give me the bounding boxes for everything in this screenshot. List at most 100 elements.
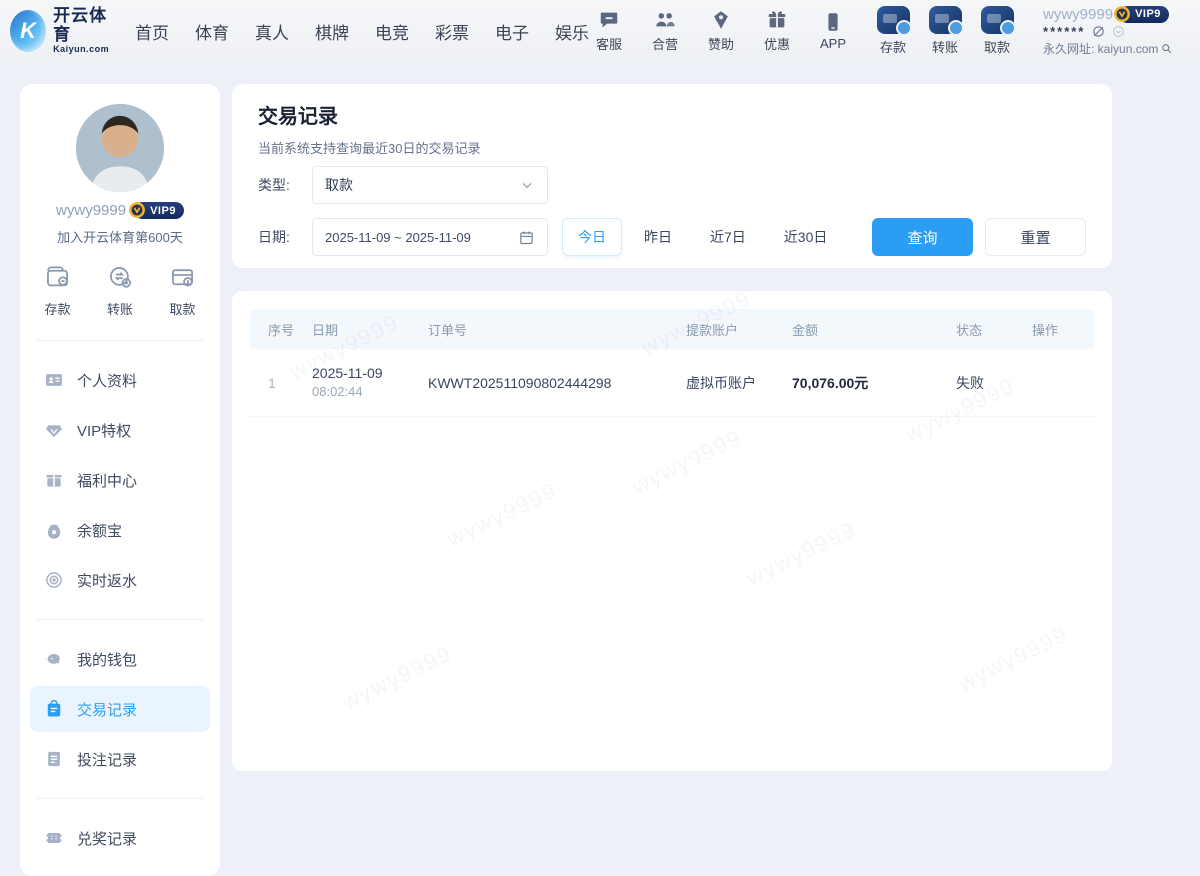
sidebar: wywy9999 VIP9 加入开云体育第600天 存款 转账 [20, 84, 220, 876]
topbar-withdraw[interactable]: 取款 [977, 6, 1017, 56]
phone-icon [822, 11, 844, 33]
row-status: 失败 [956, 373, 1032, 393]
gift-box-icon [44, 470, 64, 490]
table-header-row: 序号 日期 订单号 提款账户 金额 状态 操作 [250, 309, 1094, 349]
vip-badge: VIP9 [1119, 6, 1169, 23]
service-promo[interactable]: 优惠 [757, 9, 797, 53]
sidebar-withdraw[interactable]: 取款 [169, 264, 196, 318]
sidebar-transfer[interactable]: 转账 [107, 264, 134, 318]
diamond-badge-icon [710, 9, 732, 31]
nav-item-sports[interactable]: 体育 [195, 19, 229, 44]
nav-item-boardgames[interactable]: 棋牌 [315, 19, 349, 44]
sidebar-item-prizes[interactable]: 兑奖记录 [30, 815, 210, 861]
service-support[interactable]: 客服 [589, 9, 629, 53]
range-yesterday-button[interactable]: 昨日 [628, 218, 688, 256]
wallet-icon [44, 264, 71, 291]
topbar-deposit-label: 存款 [880, 37, 906, 56]
sidebar-withdraw-label: 取款 [169, 299, 195, 318]
service-app[interactable]: APP [813, 11, 853, 51]
date-range-input[interactable]: 2025-11-09 ~ 2025-11-09 [312, 218, 548, 256]
card-icon [169, 264, 196, 291]
row-time-value: 08:02:44 [312, 383, 428, 402]
brand-logo-icon: K [10, 10, 46, 52]
row-date-value: 2025-11-09 [312, 363, 428, 383]
type-select[interactable]: 取款 [312, 166, 548, 204]
nav-item-lottery[interactable]: 彩票 [435, 19, 469, 44]
range-7days-button[interactable]: 近7日 [694, 218, 762, 256]
gem-icon [44, 420, 64, 440]
sidebar-divider [36, 798, 204, 799]
sidebar-item-label: 我的钱包 [77, 649, 137, 670]
magnifier-icon[interactable] [1160, 42, 1173, 55]
sidebar-deposit-label: 存款 [44, 299, 70, 318]
query-button[interactable]: 查询 [872, 218, 973, 256]
eye-slash-icon[interactable] [1091, 24, 1106, 39]
nav-item-entertainment[interactable]: 娱乐 [555, 19, 589, 44]
nav-item-slots[interactable]: 电子 [495, 19, 529, 44]
main-content: 交易记录 当前系统支持查询最近30日的交易记录 类型: 取款 日期: 2025-… [232, 84, 1112, 771]
page-subtitle: 当前系统支持查询最近30日的交易记录 [258, 140, 1086, 158]
service-promo-label: 优惠 [764, 34, 790, 53]
sidebar-item-label: 兑奖记录 [77, 828, 137, 849]
profile-avatar[interactable] [76, 104, 164, 192]
sidebar-divider [36, 619, 204, 620]
table-row: 1 2025-11-09 08:02:44 KWWT20251109080244… [250, 349, 1094, 417]
watermark-text: wywy9999 [443, 477, 561, 552]
sidebar-item-rebate[interactable]: 实时返水 [30, 557, 210, 603]
service-partner-label: 合营 [652, 34, 678, 53]
row-index: 1 [268, 375, 312, 391]
withdraw-icon [981, 6, 1014, 34]
nav-item-home[interactable]: 首页 [135, 19, 169, 44]
service-sponsor-label: 赞助 [708, 34, 734, 53]
profile-username: wywy9999 [56, 202, 126, 219]
join-days-text: 加入开云体育第600天 [57, 227, 183, 246]
sidebar-item-profile[interactable]: 个人资料 [30, 357, 210, 403]
range-30days-button[interactable]: 近30日 [768, 218, 844, 256]
col-header-account: 提款账户 [686, 320, 792, 339]
sidebar-item-messages[interactable]: 消息中心 99+ [30, 865, 210, 876]
sidebar-item-bets[interactable]: 投注记录 [30, 736, 210, 782]
sidebar-item-yuebao[interactable]: 余额宝 [30, 507, 210, 553]
range-today-button[interactable]: 今日 [562, 218, 622, 256]
money-pot-icon [44, 520, 64, 540]
service-partner[interactable]: 合营 [645, 9, 685, 53]
service-app-label: APP [820, 36, 846, 51]
watermark-text: wywy9999 [743, 516, 861, 591]
date-label: 日期: [258, 227, 300, 247]
date-quick-ranges: 今日 昨日 近7日 近30日 [562, 218, 843, 256]
service-sponsor[interactable]: 赞助 [701, 9, 741, 53]
topbar-transfer[interactable]: 转账 [925, 6, 965, 56]
sidebar-deposit[interactable]: 存款 [44, 264, 71, 318]
document-icon [44, 749, 64, 769]
sidebar-item-vip[interactable]: VIP特权 [30, 407, 210, 453]
sidebar-item-label: 余额宝 [77, 520, 122, 541]
chevron-circle-icon[interactable] [1112, 25, 1125, 38]
sidebar-item-label: 福利中心 [77, 470, 137, 491]
sidebar-item-wallet[interactable]: 我的钱包 [30, 636, 210, 682]
vip-label: VIP9 [1135, 8, 1161, 20]
col-header-action: 操作 [1032, 320, 1076, 339]
watermark-text: wywy9999 [954, 621, 1072, 696]
nav-item-live[interactable]: 真人 [255, 19, 289, 44]
vip-medal-icon [127, 200, 147, 220]
nav-item-esports[interactable]: 电竞 [375, 19, 409, 44]
watermark-text: wywy9999 [628, 425, 746, 500]
main-nav: 首页 体育 真人 棋牌 电竞 彩票 电子 娱乐 [135, 19, 589, 44]
sidebar-item-transactions[interactable]: 交易记录 [30, 686, 210, 732]
topbar-deposit[interactable]: 存款 [873, 6, 913, 56]
vip-medal-icon [1112, 4, 1132, 24]
calendar-icon [518, 229, 535, 246]
date-range-value: 2025-11-09 ~ 2025-11-09 [325, 230, 471, 245]
row-account: 虚拟币账户 [686, 373, 792, 393]
watermark-text: wywy9999 [338, 641, 456, 716]
row-order-no: KWWT202511090802444298 [428, 375, 686, 391]
col-header-order: 订单号 [428, 320, 686, 339]
deposit-icon [877, 6, 910, 34]
sidebar-item-welfare[interactable]: 福利中心 [30, 457, 210, 503]
sidebar-item-label: 投注记录 [77, 749, 137, 770]
people-icon [654, 9, 676, 31]
top-bar: K 开云体育 Kaiyun.com 首页 体育 真人 棋牌 电竞 彩票 电子 娱… [0, 0, 1200, 62]
brand-logo[interactable]: K 开云体育 Kaiyun.com [10, 7, 115, 54]
reset-button[interactable]: 重置 [985, 218, 1086, 256]
username: wywy9999 [1043, 6, 1113, 23]
